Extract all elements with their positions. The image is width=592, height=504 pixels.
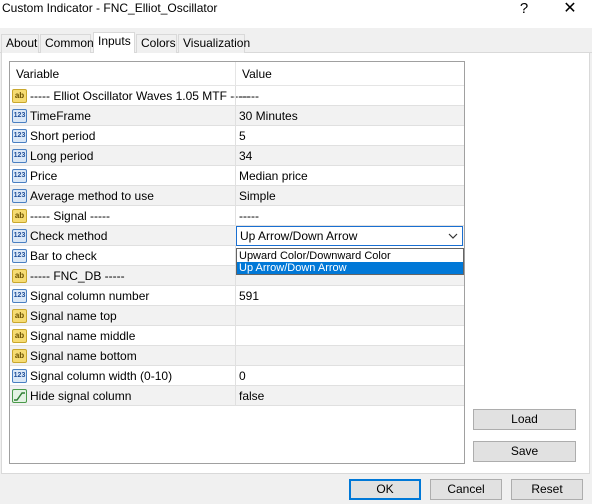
row-variable: Short period	[30, 129, 96, 143]
tab-inputs[interactable]: Inputs	[93, 32, 135, 54]
row-divider	[235, 346, 236, 366]
row-divider	[235, 166, 236, 186]
value-column-header[interactable]: Value	[242, 67, 272, 81]
row-divider	[235, 206, 236, 226]
grid-row[interactable]: 123 Signal column number 591	[10, 286, 464, 306]
row-divider	[235, 306, 236, 326]
row-variable: Price	[30, 169, 58, 183]
numeric-icon: 123	[12, 189, 27, 203]
row-variable: ----- FNC_DB -----	[30, 269, 125, 283]
chevron-down-icon[interactable]	[448, 233, 458, 239]
grid-row[interactable]: ab ----- Signal ----- -----	[10, 206, 464, 226]
ab-icon: ab	[12, 349, 27, 363]
row-divider	[235, 366, 236, 386]
row-divider	[235, 126, 236, 146]
cancel-button[interactable]: Cancel	[430, 479, 502, 500]
row-divider	[235, 386, 236, 406]
ok-button[interactable]: OK	[349, 479, 421, 500]
ab-icon: ab	[12, 329, 27, 343]
load-button[interactable]: Load	[473, 409, 576, 430]
numeric-icon: 123	[12, 129, 27, 143]
ab-icon: ab	[12, 209, 27, 223]
check-method-selected-value: Up Arrow/Down Arrow	[240, 229, 358, 243]
tab-about[interactable]: About	[1, 34, 39, 53]
row-value[interactable]: Simple	[239, 189, 276, 203]
header-divider[interactable]	[235, 62, 236, 86]
row-variable: Hide signal column	[30, 389, 132, 403]
grid-row-check-method[interactable]: 123 Check method Up Arrow/Down Arrow	[10, 226, 464, 246]
row-value[interactable]: -----	[239, 89, 259, 103]
row-value[interactable]: 0	[239, 369, 246, 383]
row-value[interactable]: 30 Minutes	[239, 109, 298, 123]
variable-column-header[interactable]: Variable	[16, 67, 59, 81]
row-variable: ----- Elliot Oscillator Waves 1.05 MTF -…	[30, 89, 251, 103]
grid-row[interactable]: 123 Long period 34	[10, 146, 464, 166]
row-value[interactable]: 5	[239, 129, 246, 143]
ab-icon: ab	[12, 89, 27, 103]
row-variable: Signal column number	[30, 289, 150, 303]
save-button[interactable]: Save	[473, 441, 576, 462]
row-divider	[235, 286, 236, 306]
row-variable: ----- Signal -----	[30, 209, 110, 223]
tab-bar: About Common Inputs Colors Visualization	[0, 32, 592, 54]
grid-row[interactable]: ab ----- Elliot Oscillator Waves 1.05 MT…	[10, 86, 464, 106]
row-variable: Check method	[30, 229, 108, 243]
row-value[interactable]: Median price	[239, 169, 308, 183]
close-button[interactable]: ✕	[548, 0, 592, 22]
numeric-icon: 123	[12, 149, 27, 163]
help-button[interactable]: ?	[502, 0, 546, 22]
dropdown-option[interactable]: Upward Color/Downward Color	[237, 250, 463, 262]
grid-row[interactable]: 123 Short period 5	[10, 126, 464, 146]
title-bar: Custom Indicator - FNC_Elliot_Oscillator…	[0, 0, 592, 28]
tab-visualization[interactable]: Visualization	[178, 34, 250, 53]
row-value[interactable]: 591	[239, 289, 259, 303]
row-variable: Signal name bottom	[30, 349, 137, 363]
check-method-dropdown: Upward Color/Downward Color Up Arrow/Dow…	[236, 248, 464, 275]
grid-row[interactable]: ab Signal name bottom	[10, 346, 464, 366]
numeric-icon: 123	[12, 289, 27, 303]
grid-row[interactable]: 123 Signal column width (0-10) 0	[10, 366, 464, 386]
row-divider	[235, 86, 236, 106]
inputs-grid: Variable Value ab ----- Elliot Oscillato…	[9, 61, 465, 464]
grid-row[interactable]: ab Signal name middle	[10, 326, 464, 346]
tab-colors[interactable]: Colors	[136, 34, 177, 53]
grid-row[interactable]: 123 Average method to use Simple	[10, 186, 464, 206]
row-variable: Signal column width (0-10)	[30, 369, 173, 383]
row-variable: Bar to check	[30, 249, 97, 263]
numeric-icon: 123	[12, 369, 27, 383]
row-variable: Long period	[30, 149, 94, 163]
row-divider	[235, 326, 236, 346]
dropdown-option-selected[interactable]: Up Arrow/Down Arrow	[237, 262, 463, 274]
row-variable: TimeFrame	[30, 109, 91, 123]
ab-icon: ab	[12, 309, 27, 323]
grid-row[interactable]: 123 Price Median price	[10, 166, 464, 186]
row-value[interactable]: -----	[239, 209, 259, 223]
numeric-icon: 123	[12, 249, 27, 263]
numeric-icon: 123	[12, 169, 27, 183]
reset-button[interactable]: Reset	[511, 479, 583, 500]
row-value[interactable]: 34	[239, 149, 252, 163]
row-divider	[235, 106, 236, 126]
row-value[interactable]: false	[239, 389, 264, 403]
tab-common[interactable]: Common	[40, 34, 94, 53]
row-variable: Signal name top	[30, 309, 117, 323]
boolean-icon	[12, 389, 27, 403]
grid-row[interactable]: Hide signal column false	[10, 386, 464, 406]
row-divider	[235, 146, 236, 166]
grid-header: Variable Value	[10, 62, 464, 86]
row-variable: Signal name middle	[30, 329, 136, 343]
row-variable: Average method to use	[30, 189, 154, 203]
row-divider	[235, 186, 236, 206]
grid-row[interactable]: ab Signal name top	[10, 306, 464, 326]
check-method-select[interactable]: Up Arrow/Down Arrow	[236, 226, 463, 246]
numeric-icon: 123	[12, 229, 27, 243]
numeric-icon: 123	[12, 109, 27, 123]
window-title: Custom Indicator - FNC_Elliot_Oscillator	[2, 1, 218, 15]
grid-row[interactable]: 123 TimeFrame 30 Minutes	[10, 106, 464, 126]
ab-icon: ab	[12, 269, 27, 283]
